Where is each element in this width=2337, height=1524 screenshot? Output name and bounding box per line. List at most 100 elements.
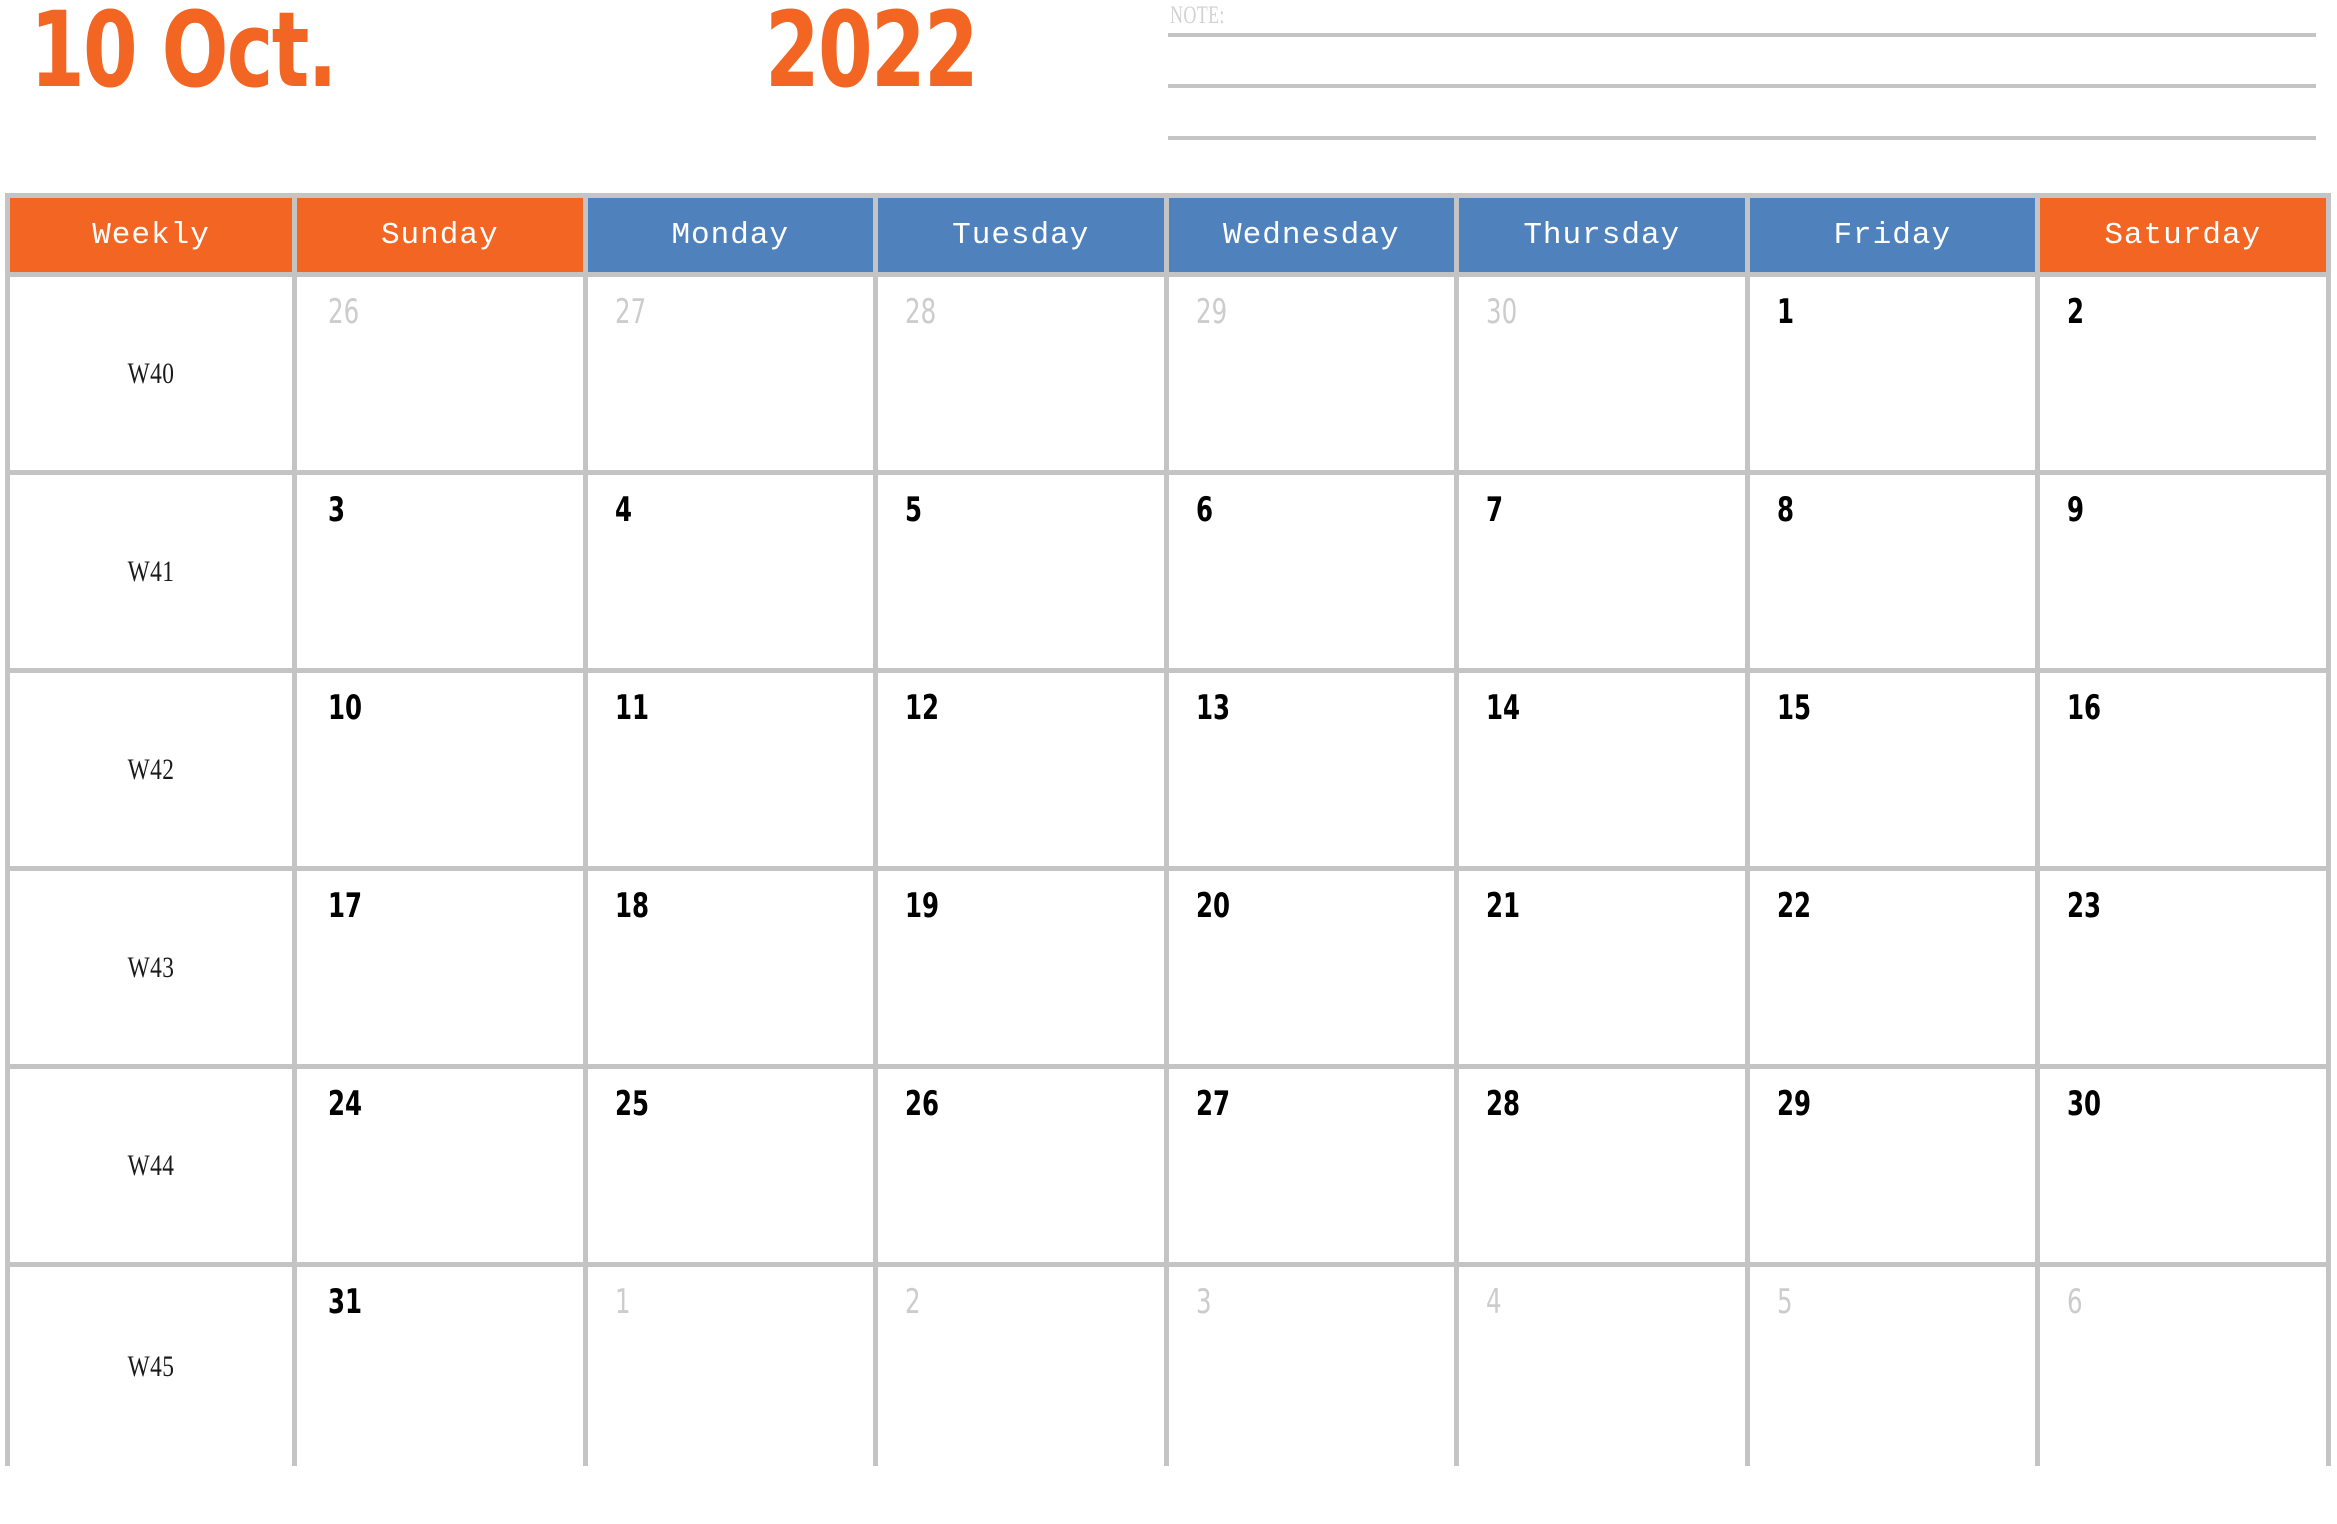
page-title-month: 10 Oct.	[30, 0, 337, 111]
week-number-cell[interactable]: W40	[5, 277, 297, 475]
week-number-label: W43	[127, 950, 175, 984]
day-number: 19	[905, 886, 940, 926]
day-cell[interactable]: 13	[1168, 673, 1459, 871]
day-cell[interactable]: 9	[2040, 475, 2331, 673]
day-cell[interactable]: 4	[587, 475, 878, 673]
day-number: 9	[2067, 490, 2085, 530]
day-number: 12	[905, 688, 940, 728]
day-cell[interactable]: 30	[2040, 1069, 2331, 1267]
week-number-cell[interactable]: W42	[5, 673, 297, 871]
day-cell[interactable]: 18	[587, 871, 878, 1069]
day-cell[interactable]: 1	[587, 1267, 878, 1466]
note-writing-line[interactable]	[1168, 136, 2316, 140]
day-number: 31	[328, 1282, 363, 1322]
day-number: 4	[614, 490, 632, 530]
day-cell[interactable]: 26	[878, 1069, 1169, 1267]
column-header-label: Friday	[1833, 217, 1952, 253]
day-cell[interactable]: 12	[878, 673, 1169, 871]
day-cell[interactable]: 27	[1168, 1069, 1459, 1267]
column-header-weekly[interactable]: Weekly	[5, 193, 297, 277]
day-cell[interactable]: 28	[1459, 1069, 1750, 1267]
day-cell[interactable]: 21	[1459, 871, 1750, 1069]
day-cell[interactable]: 26	[297, 277, 588, 475]
day-cell[interactable]: 2	[878, 1267, 1169, 1466]
day-cell[interactable]: 29	[1749, 1069, 2040, 1267]
day-number-adjacent-month: 28	[905, 292, 937, 332]
day-cell[interactable]: 31	[297, 1267, 588, 1466]
week-number-cell[interactable]: W43	[5, 871, 297, 1069]
day-cell[interactable]: 15	[1749, 673, 2040, 871]
calendar-week-row: W44 24 25 26 27 28 29 30	[5, 1069, 2332, 1267]
column-header-monday[interactable]: Monday	[587, 193, 878, 277]
day-number-adjacent-month: 4	[1486, 1282, 1502, 1322]
day-cell[interactable]: 27	[587, 277, 878, 475]
calendar-week-row: W40 26 27 28 29 30 1 2	[5, 277, 2332, 475]
note-writing-line[interactable]	[1168, 84, 2316, 88]
note-writing-line[interactable]	[1168, 33, 2316, 37]
day-cell[interactable]: 1	[1749, 277, 2040, 475]
day-number-adjacent-month: 27	[614, 292, 646, 332]
column-header-label: Thursday	[1523, 217, 1681, 253]
week-number-cell[interactable]: W41	[5, 475, 297, 673]
day-cell[interactable]: 20	[1168, 871, 1459, 1069]
column-header-saturday[interactable]: Saturday	[2040, 193, 2331, 277]
column-header-wednesday[interactable]: Wednesday	[1168, 193, 1459, 277]
day-cell[interactable]: 17	[297, 871, 588, 1069]
day-number-adjacent-month: 6	[2067, 1282, 2083, 1322]
week-number-label: W45	[127, 1349, 175, 1383]
day-cell[interactable]: 23	[2040, 871, 2331, 1069]
day-cell[interactable]: 4	[1459, 1267, 1750, 1466]
day-cell[interactable]: 10	[297, 673, 588, 871]
day-cell[interactable]: 7	[1459, 475, 1750, 673]
day-cell[interactable]: 6	[1168, 475, 1459, 673]
day-number: 15	[1776, 688, 1811, 728]
day-cell[interactable]: 11	[587, 673, 878, 871]
day-number: 26	[905, 1084, 940, 1124]
week-number-cell[interactable]: W45	[5, 1267, 297, 1466]
week-number-label: W41	[127, 554, 175, 588]
day-number: 22	[1776, 886, 1811, 926]
day-cell[interactable]: 8	[1749, 475, 2040, 673]
column-header-label: Sunday	[380, 217, 499, 253]
day-cell[interactable]: 19	[878, 871, 1169, 1069]
day-cell[interactable]: 30	[1459, 277, 1750, 475]
week-number-cell[interactable]: W44	[5, 1069, 297, 1267]
calendar-week-row: W42 10 11 12 13 14 15 16	[5, 673, 2332, 871]
day-number: 11	[614, 688, 649, 728]
day-cell[interactable]: 22	[1749, 871, 2040, 1069]
day-number: 13	[1195, 688, 1230, 728]
day-number: 6	[1195, 490, 1213, 530]
column-header-tuesday[interactable]: Tuesday	[878, 193, 1169, 277]
day-number: 7	[1486, 490, 1504, 530]
column-header-sunday[interactable]: Sunday	[297, 193, 588, 277]
day-cell[interactable]: 3	[1168, 1267, 1459, 1466]
column-header-label: Weekly	[92, 217, 210, 253]
day-cell[interactable]: 24	[297, 1069, 588, 1267]
column-header-thursday[interactable]: Thursday	[1459, 193, 1750, 277]
week-number-label: W40	[127, 356, 175, 390]
day-number-adjacent-month: 26	[328, 292, 360, 332]
day-number: 5	[905, 490, 923, 530]
day-cell[interactable]: 29	[1168, 277, 1459, 475]
column-header-friday[interactable]: Friday	[1749, 193, 2040, 277]
week-number-label: W44	[127, 1148, 175, 1182]
day-number-adjacent-month: 3	[1195, 1282, 1212, 1322]
day-number: 24	[328, 1084, 363, 1124]
day-cell[interactable]: 5	[1749, 1267, 2040, 1466]
day-cell[interactable]: 5	[878, 475, 1169, 673]
day-number: 29	[1776, 1084, 1811, 1124]
calendar-week-row: W43 17 18 19 20 21 22 23	[5, 871, 2332, 1069]
week-number-label: W42	[127, 752, 175, 786]
day-cell[interactable]: 2	[2040, 277, 2331, 475]
calendar-grid: Weekly Sunday Monday Tuesday Wednesday Thursd…	[5, 193, 2332, 1466]
day-cell[interactable]: 6	[2040, 1267, 2331, 1466]
day-number: 23	[2067, 886, 2102, 926]
day-cell[interactable]: 28	[878, 277, 1169, 475]
day-number: 8	[1776, 490, 1794, 530]
day-number-adjacent-month: 1	[614, 1282, 631, 1322]
day-cell[interactable]: 3	[297, 475, 588, 673]
day-cell[interactable]: 16	[2040, 673, 2331, 871]
day-cell[interactable]: 14	[1459, 673, 1750, 871]
calendar-header-row: Weekly Sunday Monday Tuesday Wednesday Thursd…	[5, 193, 2332, 277]
day-cell[interactable]: 25	[587, 1069, 878, 1267]
